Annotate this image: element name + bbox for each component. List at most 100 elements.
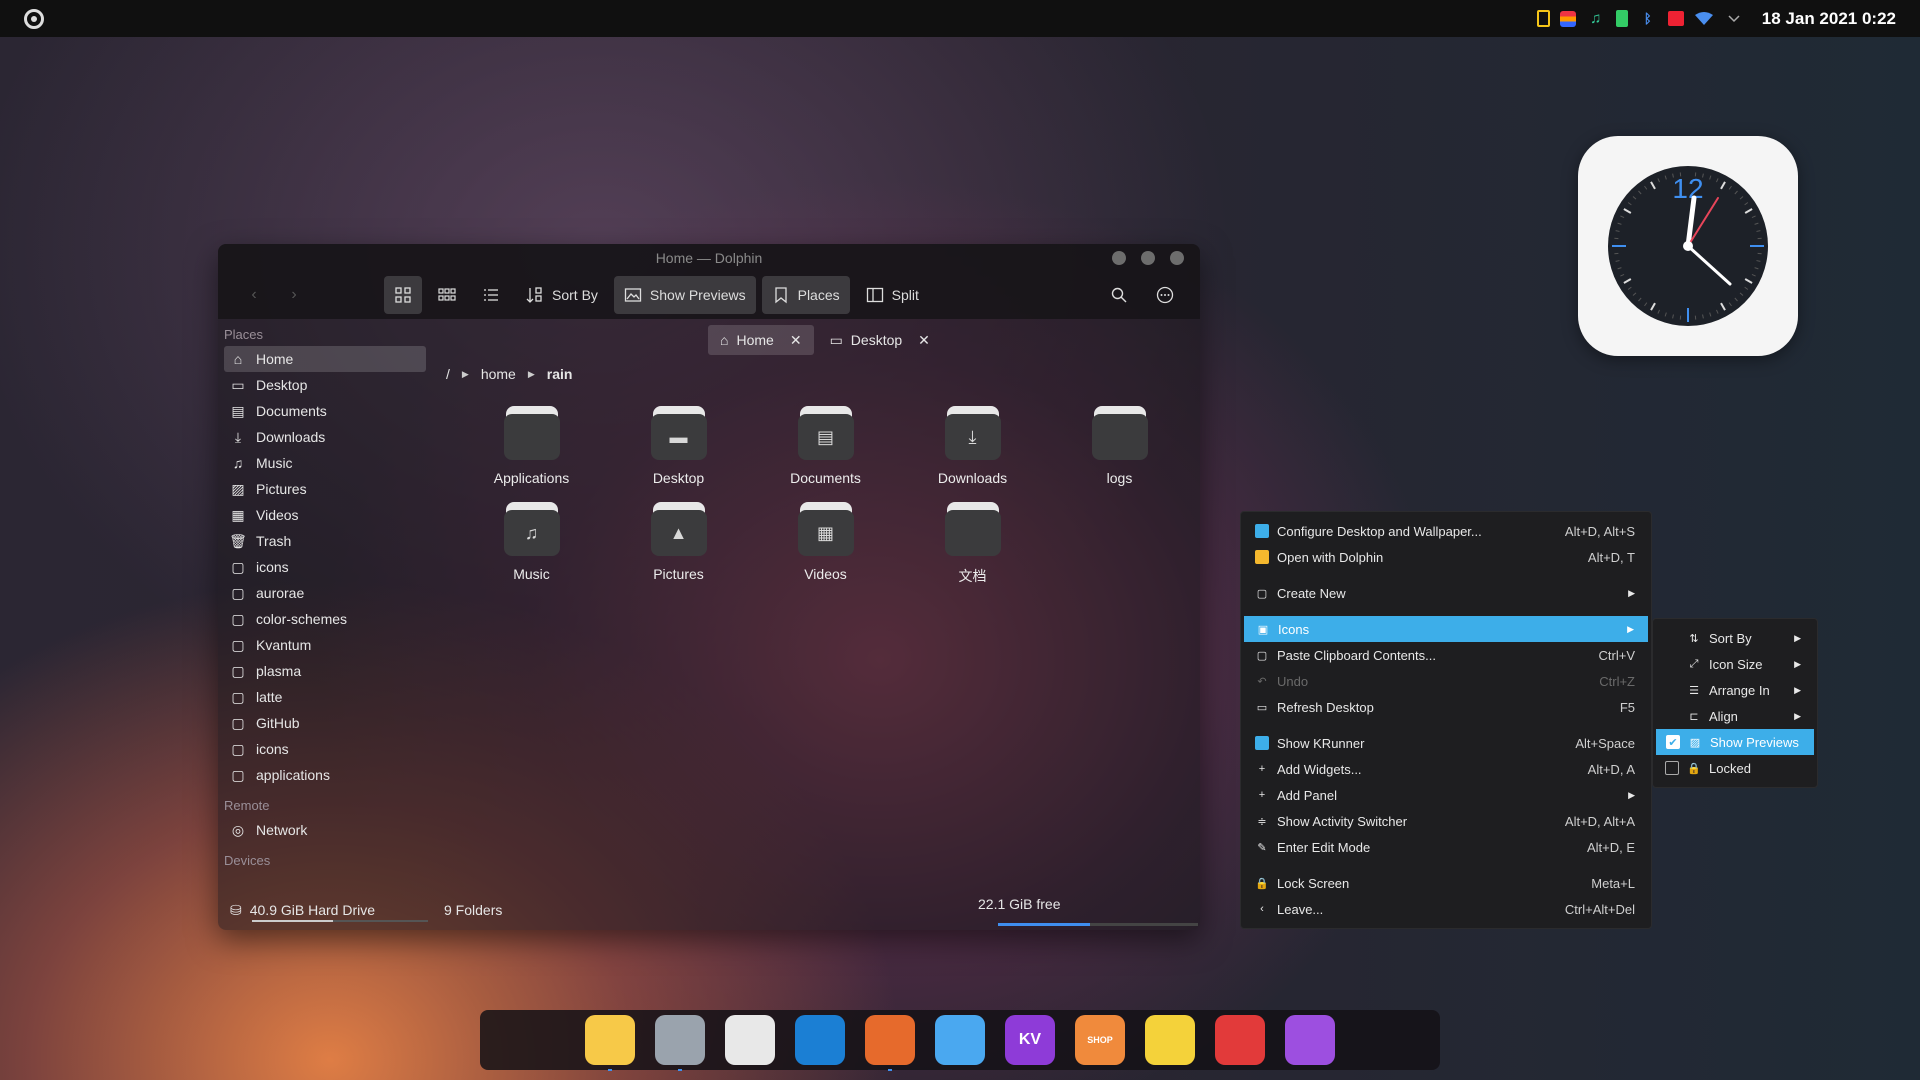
show-previews-button[interactable]: Show Previews: [613, 276, 756, 314]
screenshot-icon[interactable]: [1285, 1015, 1335, 1065]
file-item[interactable]: ▦ Videos: [752, 500, 899, 586]
menu-item-leave[interactable]: ‹ Leave... Ctrl+Alt+Del: [1243, 896, 1649, 922]
kvantum-icon[interactable]: KV: [1005, 1015, 1055, 1065]
panel-clock[interactable]: 18 Jan 2021 0:22: [1762, 9, 1896, 29]
file-item[interactable]: logs: [1046, 404, 1193, 490]
sidebar-item-color-schemes[interactable]: ▢ color-schemes: [224, 606, 426, 632]
menu-item-create-new[interactable]: ▢ Create New ▶: [1243, 580, 1649, 606]
breadcrumb-home[interactable]: home: [481, 366, 516, 382]
file-item[interactable]: ♫ Music: [458, 500, 605, 586]
menu-item-show-krunner[interactable]: Show KRunner Alt+Space: [1243, 730, 1649, 756]
close-tab-icon[interactable]: ✕: [790, 332, 802, 349]
submenu-item-icon-size[interactable]: ⤢ Icon Size ▶: [1655, 651, 1815, 677]
submenu-item-locked[interactable]: 🔒 Locked: [1655, 755, 1815, 781]
color-icon[interactable]: [1559, 10, 1576, 27]
submenu-item-show-previews[interactable]: ✔ ▨ Show Previews: [1656, 729, 1814, 755]
places-button[interactable]: Places: [761, 276, 850, 314]
sidebar-item-plasma[interactable]: ▢ plasma: [224, 658, 426, 684]
sidebar-item-trash[interactable]: 🗑 Trash: [224, 528, 426, 554]
maximize-button[interactable]: [1141, 251, 1155, 265]
menu-item-icons[interactable]: ▣ Icons ▶: [1244, 616, 1648, 642]
audio-icon[interactable]: ♫: [1586, 9, 1606, 29]
menu-item-add-panel[interactable]: + Add Panel ▶: [1243, 782, 1649, 808]
analog-clock-widget[interactable]: 12: [1578, 136, 1798, 356]
menu-item-undo[interactable]: ↶ Undo Ctrl+Z: [1243, 668, 1649, 694]
files-icon[interactable]: [585, 1015, 635, 1071]
calendar-icon[interactable]: [1667, 11, 1684, 26]
settings-icon[interactable]: [655, 1015, 705, 1071]
search-icon: [1111, 287, 1127, 303]
sidebar-item-pictures[interactable]: ▨ Pictures: [224, 476, 426, 502]
sidebar-item-applications[interactable]: ▢ applications: [224, 762, 426, 788]
menu-item-enter-edit-mode[interactable]: ✎ Enter Edit Mode Alt+D, E: [1243, 834, 1649, 860]
menu-item-label: Paste Clipboard Contents...: [1277, 647, 1436, 663]
github-icon[interactable]: [935, 1015, 985, 1065]
menu-item-open-with-dolphin[interactable]: Open with Dolphin Alt+D, T: [1243, 544, 1649, 570]
wifi-icon[interactable]: [1694, 9, 1714, 29]
menu-item-add-widgets[interactable]: + Add Widgets... Alt+D, A: [1243, 756, 1649, 782]
checkbox[interactable]: ✔: [1666, 735, 1680, 749]
details-view-button[interactable]: [472, 276, 510, 314]
devices-section-title: Devices: [224, 853, 271, 868]
clipboard-icon[interactable]: [1536, 10, 1550, 27]
file-item[interactable]: 文档: [899, 500, 1046, 586]
file-item[interactable]: ▲ Pictures: [605, 500, 752, 586]
icons-view-button[interactable]: [384, 276, 422, 314]
compact-view-button[interactable]: [428, 276, 466, 314]
file-item[interactable]: ⤓ Downloads: [899, 404, 1046, 490]
sidebar-item-desktop[interactable]: ▭ Desktop: [224, 372, 426, 398]
tab-home[interactable]: ⌂ Home ✕: [708, 325, 814, 355]
submenu-item-sort-by[interactable]: ⇅ Sort By ▶: [1655, 625, 1815, 651]
search-button[interactable]: [1100, 276, 1138, 314]
forward-button[interactable]: ›: [274, 286, 314, 304]
edge-dev-icon[interactable]: [795, 1015, 845, 1065]
sidebar-item-home[interactable]: ⌂ Home: [224, 346, 426, 372]
menu-item-label: Add Widgets...: [1277, 761, 1362, 777]
netease-music-icon[interactable]: [1215, 1015, 1265, 1065]
device-hard-drive[interactable]: ⛁ 40.9 GiB Hard Drive: [230, 890, 375, 930]
sidebar-item-network[interactable]: ◎ Network: [224, 817, 426, 843]
breadcrumb-rain[interactable]: rain: [547, 366, 573, 382]
split-button[interactable]: Split: [856, 276, 929, 314]
sidebar-item-music[interactable]: ♫ Music: [224, 450, 426, 476]
menu-button[interactable]: [1146, 276, 1184, 314]
music-app-icon[interactable]: [1145, 1015, 1195, 1065]
menu-item-lock-screen[interactable]: 🔒 Lock Screen Meta+L: [1243, 870, 1649, 896]
menu-item-configure-desktop-and-wallpaper[interactable]: Configure Desktop and Wallpaper... Alt+D,…: [1243, 518, 1649, 544]
sidebar-item-aurorae[interactable]: ▢ aurorae: [224, 580, 426, 606]
sidebar-item-documents[interactable]: ▤ Documents: [224, 398, 426, 424]
close-button[interactable]: [1170, 251, 1184, 265]
breadcrumb-root[interactable]: /: [446, 366, 450, 382]
menu-item-show-activity-switcher[interactable]: ≑ Show Activity Switcher Alt+D, Alt+A: [1243, 808, 1649, 834]
sidebar-item-latte[interactable]: ▢ latte: [224, 684, 426, 710]
tab-desktop[interactable]: ▭ Desktop ✕: [818, 325, 942, 355]
file-item[interactable]: ▬ Desktop: [605, 404, 752, 490]
checkbox[interactable]: [1665, 761, 1679, 775]
sidebar-item-videos[interactable]: ▦ Videos: [224, 502, 426, 528]
sidebar-item-github[interactable]: ▢ GitHub: [224, 710, 426, 736]
bluetooth-icon[interactable]: ᛒ: [1638, 9, 1658, 29]
menu-item-paste-clipboard-contents[interactable]: ▢ Paste Clipboard Contents... Ctrl+V: [1243, 642, 1649, 668]
sidebar-item-icons[interactable]: ▢ icons: [224, 554, 426, 580]
sidebar-item-kvantum[interactable]: ▢ Kvantum: [224, 632, 426, 658]
menu-item-refresh-desktop[interactable]: ▭ Refresh Desktop F5: [1243, 694, 1649, 720]
file-item[interactable]: ▤ Documents: [752, 404, 899, 490]
sidebar-item-downloads[interactable]: ⤓ Downloads: [224, 424, 426, 450]
battery-icon[interactable]: [1615, 10, 1628, 27]
app-launcher-icon[interactable]: [24, 8, 44, 29]
chevron-down-icon[interactable]: [1724, 9, 1744, 29]
close-tab-icon[interactable]: ✕: [918, 332, 930, 349]
back-button[interactable]: ‹: [234, 286, 274, 304]
window-titlebar[interactable]: Home — Dolphin: [218, 244, 1200, 271]
submenu-item-arrange-in[interactable]: ☰ Arrange In ▶: [1655, 677, 1815, 703]
inkscape-icon[interactable]: [725, 1015, 775, 1065]
sort-by-button[interactable]: Sort By: [516, 276, 608, 314]
submenu-item-align[interactable]: ⊏ Align ▶: [1655, 703, 1815, 729]
shop-icon[interactable]: SHOP: [1075, 1015, 1125, 1065]
firefox-icon[interactable]: [865, 1015, 915, 1071]
sidebar-item-icons[interactable]: ▢ icons: [224, 736, 426, 762]
minimize-button[interactable]: [1112, 251, 1126, 265]
file-item[interactable]: Applications: [458, 404, 605, 490]
chevron-right-icon: ▶: [527, 368, 535, 379]
desktop-icon: ▭: [231, 376, 245, 393]
